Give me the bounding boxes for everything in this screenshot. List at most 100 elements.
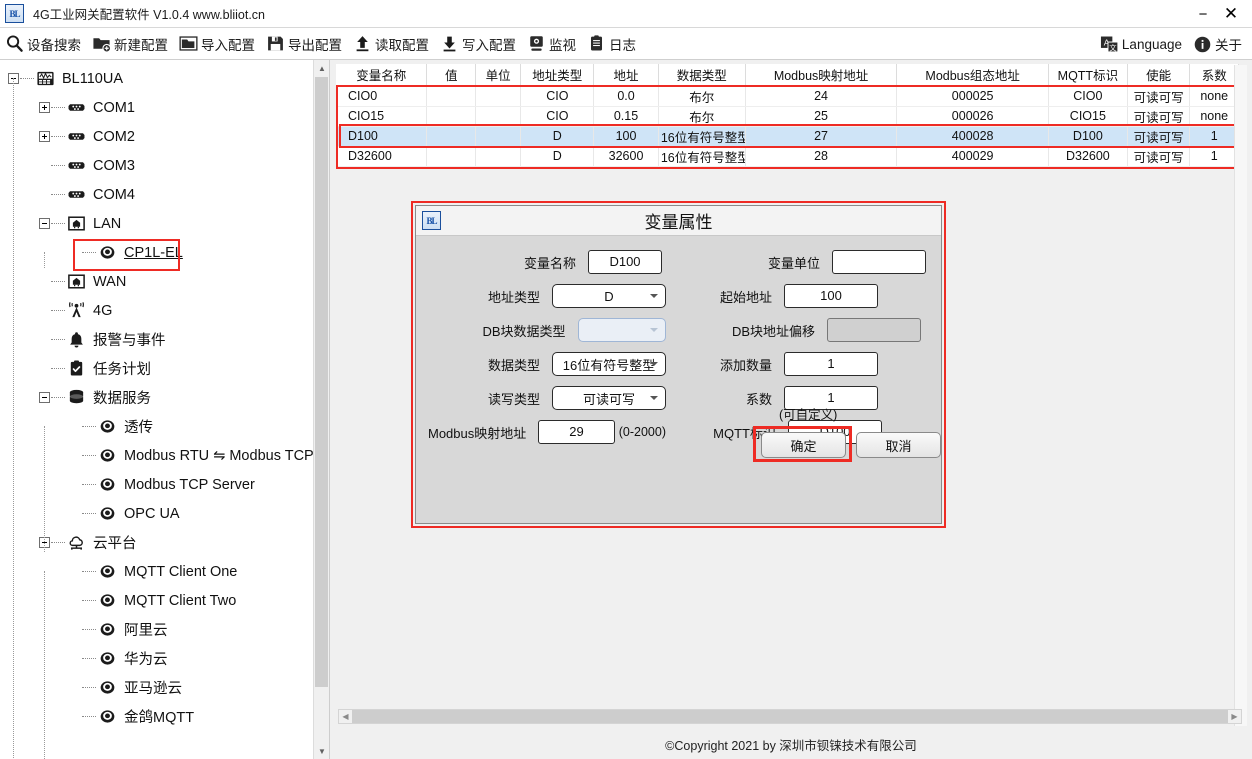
table-column-header[interactable]: 使能 — [1127, 64, 1191, 87]
tree-node[interactable]: 阿里云 — [0, 615, 313, 644]
table-cell — [426, 146, 476, 167]
table-column-header[interactable]: 数据类型 — [658, 64, 746, 87]
var-name-input[interactable]: D100 — [588, 250, 662, 274]
var-unit-label: 变量单位 — [767, 255, 820, 271]
toolbar-read-config[interactable]: 读取配置 — [348, 30, 435, 58]
tree-node[interactable]: 任务计划 — [0, 354, 313, 383]
modbus-map-input[interactable]: 29 — [538, 420, 615, 444]
sidebar-scroll-thumb[interactable] — [315, 77, 328, 687]
collapse-minus-icon[interactable] — [39, 218, 50, 229]
toolbar-import-config-label: 导入配置 — [201, 37, 255, 53]
table-column-header[interactable]: 地址 — [593, 64, 659, 87]
sidebar-scrollbar[interactable]: ▲ ▼ — [313, 60, 329, 759]
tree-node-label: 透传 — [124, 420, 153, 436]
data-type-label: 数据类型 — [487, 357, 540, 373]
table-cell: 32600 — [593, 146, 659, 167]
table-column-header[interactable]: 单位 — [475, 64, 522, 87]
cancel-button[interactable]: 取消 — [856, 432, 941, 458]
dialog-row-name-unit: 变量名称 D100 变量单位 — [428, 250, 929, 274]
tree-node[interactable]: MQTT Client One — [0, 557, 313, 586]
table-column-header[interactable]: 值 — [426, 64, 476, 87]
tree-node-label: BL110UA — [62, 70, 123, 87]
device-icon — [100, 478, 115, 491]
tree-connector — [51, 281, 65, 282]
hscroll-right-icon[interactable]: ▶ — [1228, 712, 1241, 721]
tree-connector — [51, 165, 65, 166]
minimize-button[interactable]: − — [1188, 0, 1218, 28]
tree-node[interactable]: 金鸽MQTT — [0, 702, 313, 731]
main-panel-hscrollbar[interactable]: ◀ ▶ — [338, 709, 1242, 724]
toolbar-export-config[interactable]: 导出配置 — [261, 30, 348, 58]
tree-node[interactable]: COM2 — [0, 122, 313, 151]
var-unit-input[interactable] — [832, 250, 926, 274]
close-button[interactable]: ✕ — [1218, 0, 1252, 28]
tree-node[interactable]: COM1 — [0, 93, 313, 122]
toolbar-device-search[interactable]: 设备搜索 — [0, 30, 87, 58]
add-count-input[interactable]: 1 — [784, 352, 878, 376]
expand-plus-icon[interactable] — [39, 102, 50, 113]
rw-type-label: 读写类型 — [487, 391, 540, 407]
table-cell: CIO15 — [1048, 106, 1128, 127]
table-row[interactable]: D100 D 100 16位有符号整型 27 400028 D100 可读可写 1 — [336, 126, 1239, 147]
lan-icon — [68, 216, 85, 231]
toolbar-write-config[interactable]: 写入配置 — [435, 30, 522, 58]
toolbar-log[interactable]: 日志 — [582, 30, 642, 58]
table-cell: CIO — [520, 106, 595, 127]
toolbar-language[interactable]: A 文 Language — [1095, 30, 1188, 58]
tree-node[interactable]: 云平台 — [0, 528, 313, 557]
table-column-header[interactable]: 地址类型 — [520, 64, 595, 87]
toolbar-device-search-label: 设备搜索 — [27, 37, 81, 53]
tree-node[interactable]: COM4 — [0, 180, 313, 209]
monitor-icon — [530, 36, 543, 51]
collapse-minus-icon[interactable] — [39, 392, 50, 403]
main-panel-vscrollbar[interactable] — [1234, 65, 1247, 726]
main-body: BL110UA COM1 COM2 COM3 COM4 LAN CP1L-EL WAN 4G 报警… — [0, 60, 1252, 759]
table-column-header[interactable]: 变量名称 — [336, 64, 428, 87]
tree-node[interactable]: 报警与事件 — [0, 325, 313, 354]
tree-node[interactable]: 透传 — [0, 412, 313, 441]
table-row[interactable]: CIO0 CIO 0.0 布尔 24 000025 CIO0 可读可写 none — [336, 86, 1239, 107]
table-cell — [475, 146, 522, 167]
rw-type-select[interactable]: 可读可写 — [552, 386, 666, 410]
toolbar-about[interactable]: 关于 — [1188, 30, 1248, 58]
sidebar-scroll-up-icon[interactable]: ▲ — [314, 60, 329, 76]
tree-node[interactable]: 华为云 — [0, 644, 313, 673]
hscroll-left-icon[interactable]: ◀ — [339, 712, 352, 721]
tree-node[interactable]: MQTT Client Two — [0, 586, 313, 615]
device-icon — [100, 420, 115, 433]
toolbar-monitor[interactable]: 监视 — [522, 30, 582, 58]
table-column-header[interactable]: Modbus映射地址 — [745, 64, 898, 87]
tree-node[interactable]: OPC UA — [0, 499, 313, 528]
ok-button[interactable]: 确定 — [761, 432, 846, 458]
addr-type-select[interactable]: D — [552, 284, 666, 308]
table-row[interactable]: CIO15 CIO 0.15 布尔 25 000026 CIO15 可读可写 none — [336, 106, 1239, 127]
var-name-label: 变量名称 — [523, 255, 576, 271]
tree-node[interactable]: 4G — [0, 296, 313, 325]
data-type-select[interactable]: 16位有符号整型 — [552, 352, 666, 376]
tree-node[interactable]: 数据服务 — [0, 383, 313, 412]
tree-node-label: 云平台 — [93, 536, 137, 552]
sidebar-scroll-down-icon[interactable]: ▼ — [314, 743, 329, 759]
tree-node[interactable]: LAN — [0, 209, 313, 238]
tree-node[interactable]: Modbus RTU ⇋ Modbus TCP — [0, 441, 313, 470]
table-row[interactable]: D32600 D 32600 16位有符号整型 28 400029 D32600 可读可写 1 — [336, 146, 1239, 167]
tree-node[interactable]: WAN — [0, 267, 313, 296]
tree-node[interactable]: CP1L-EL — [0, 238, 313, 267]
start-addr-input[interactable]: 100 — [784, 284, 878, 308]
tree-node-label: OPC UA — [124, 505, 180, 522]
tree-node[interactable]: 亚马逊云 — [0, 673, 313, 702]
toolbar-import-config[interactable]: 导入配置 — [174, 30, 261, 58]
addr-type-value: D — [604, 288, 614, 304]
tree-node[interactable]: COM3 — [0, 151, 313, 180]
table-column-header[interactable]: Modbus组态地址 — [896, 64, 1049, 87]
hscroll-thumb[interactable] — [352, 710, 1228, 723]
tree-node[interactable]: BL110UA — [0, 64, 313, 93]
table-column-header[interactable]: MQTT标识 — [1048, 64, 1128, 87]
expand-plus-icon[interactable] — [39, 131, 50, 142]
tree-node[interactable]: Modbus TCP Server — [0, 470, 313, 499]
table-cell: 布尔 — [658, 86, 746, 107]
toolbar-new-config[interactable]: 新建配置 — [87, 30, 174, 58]
table-column-header[interactable]: 系数 — [1189, 64, 1239, 87]
